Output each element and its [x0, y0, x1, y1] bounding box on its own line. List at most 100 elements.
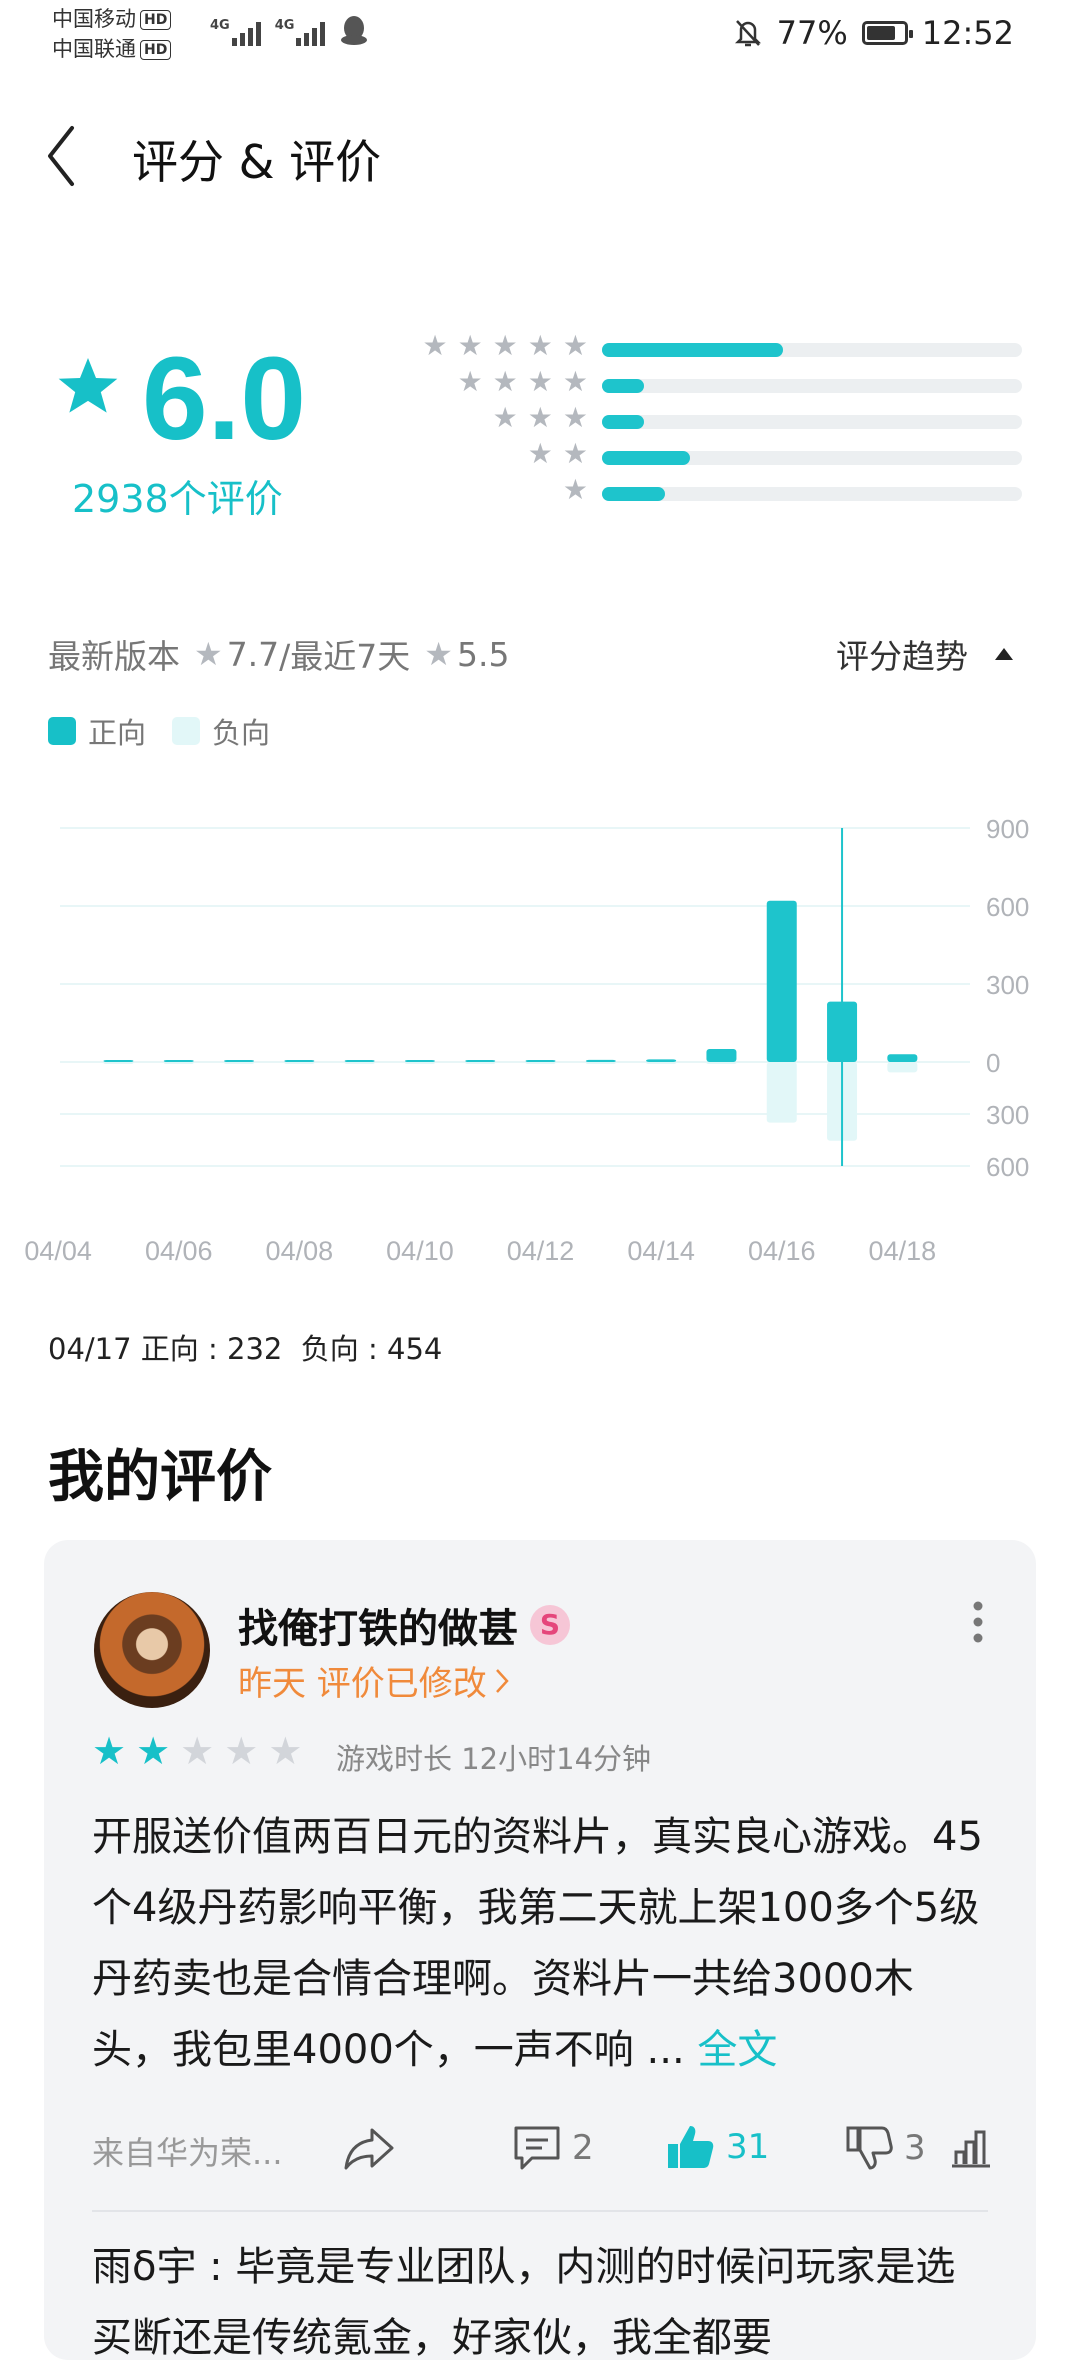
y-tick-label: 600	[986, 892, 1029, 922]
recent-7-days-score: 5.5	[456, 634, 510, 674]
bar-positive-04/09	[344, 1060, 375, 1062]
chart-selection-summary: 04/17 正向 : 232 负向 : 454	[48, 1332, 443, 1366]
rating-count: 2938个评价	[72, 477, 283, 521]
carrier-2: 中国联通	[52, 37, 136, 61]
bar-negative-04/18	[887, 1062, 918, 1073]
star-empty-icon: ★	[268, 1729, 303, 1773]
bar-positive-04/11	[465, 1060, 496, 1062]
distribution-bar-3	[602, 415, 1022, 429]
x-tick-label: 04/08	[266, 1236, 334, 1266]
bell-muted-icon	[734, 20, 761, 47]
star-row-4: ★ ★ ★ ★	[457, 365, 588, 398]
hd-badge: HD	[140, 10, 172, 30]
bar-positive-04/05	[103, 1060, 134, 1062]
like-button[interactable]: 31	[664, 2122, 769, 2172]
distribution-fill-5	[602, 343, 783, 357]
review-body: 开服送价值两百日元的资料片，真实良心游戏。45个4级丹药影响平衡，我第二天就上架…	[92, 1802, 988, 2086]
star-filled-icon: ★	[136, 1729, 171, 1773]
star-icon	[58, 358, 118, 413]
signal-icon	[296, 18, 326, 46]
like-count: 31	[726, 2127, 770, 2167]
bar-positive-04/13	[585, 1059, 616, 1062]
bar-negative-04/10	[404, 1062, 435, 1064]
rating-trend-toggle[interactable]: 评分趋势	[836, 630, 1014, 678]
x-tick-label: 04/14	[627, 1236, 695, 1266]
network-type: 4G	[274, 18, 295, 33]
bar-negative-04/09	[344, 1062, 375, 1064]
x-tick-label: 04/10	[386, 1236, 454, 1266]
star-icon: ★	[424, 635, 453, 673]
review-stars: ★ ★ ★ ★ ★	[92, 1732, 302, 1770]
stats-icon[interactable]	[948, 2126, 994, 2170]
chevron-right-icon	[495, 1668, 509, 1693]
x-tick-label: 04/18	[869, 1236, 937, 1266]
bar-positive-04/18	[887, 1054, 918, 1062]
distribution-fill-2	[602, 451, 691, 465]
distribution-bar-2	[602, 451, 1022, 465]
bar-positive-04/12	[525, 1060, 556, 1062]
bar-positive-04/10	[404, 1060, 435, 1062]
signal-indicators: 4G 4G	[210, 14, 369, 46]
thumbs-up-icon	[668, 2126, 714, 2168]
recent-7-days-label: /最近7天	[279, 637, 411, 676]
distribution-bar-4	[602, 379, 1022, 393]
y-tick-label: 600	[986, 1152, 1029, 1182]
x-tick-label: 04/06	[145, 1236, 213, 1266]
legend-swatch-positive	[48, 717, 76, 745]
playtime: 游戏时长 12小时14分钟	[336, 1742, 652, 1776]
star-row-2: ★ ★	[527, 437, 588, 470]
triangle-up-icon	[995, 648, 1013, 660]
bar-negative-04/14	[646, 1062, 677, 1064]
bar-positive-04/07	[224, 1060, 255, 1062]
star-row-5: ★ ★ ★ ★ ★	[422, 329, 588, 362]
action-row: 来自华为荣... 2 31 3	[92, 2120, 992, 2180]
bar-negative-04/08	[284, 1062, 315, 1064]
rating-distribution	[602, 339, 1022, 519]
hd-badge: HD	[140, 40, 172, 60]
status-right: 77% 12:52	[733, 14, 1014, 52]
star-empty-icon: ★	[224, 1729, 259, 1773]
rating-trend-label: 评分趋势	[836, 637, 968, 676]
star-filled-icon: ★	[92, 1729, 127, 1773]
bar-positive-04/14	[646, 1059, 677, 1062]
comment-icon	[514, 2126, 560, 2170]
review-time-edited: 昨天 评价已修改	[238, 1664, 487, 1704]
latest-version-label: 最新版本	[48, 637, 180, 676]
more-icon[interactable]	[972, 1600, 984, 1644]
x-tick-label: 04/12	[507, 1236, 575, 1266]
bar-positive-04/08	[284, 1060, 315, 1062]
carrier-1: 中国移动	[52, 7, 136, 31]
thumbs-down-icon	[846, 2126, 893, 2170]
y-tick-label: 900	[986, 814, 1029, 844]
x-tick-label: 04/04	[24, 1236, 92, 1266]
latest-version-score: 7.7	[226, 634, 280, 674]
bar-negative-04/05	[103, 1062, 134, 1064]
bar-positive-04/15	[706, 1049, 737, 1062]
star-row-3: ★ ★ ★	[492, 401, 588, 434]
star-empty-icon: ★	[180, 1729, 215, 1773]
page-title: 评分 & 评价	[132, 135, 382, 189]
dislike-button[interactable]: 3	[844, 2124, 926, 2172]
distribution-bar-1	[602, 487, 1022, 501]
network-type: 4G	[210, 18, 230, 33]
reply-text: 雨δ宇 : 毕竟是专业团队，内测的时候问玩家是选买断还是传统氪金，好家伙，我全都…	[92, 2244, 956, 2361]
battery-icon	[861, 21, 913, 45]
distribution-fill-1	[602, 487, 665, 501]
read-more-link[interactable]: 全文	[697, 2027, 777, 2073]
comment-count: 2	[572, 2128, 594, 2168]
back-arrow-icon[interactable]	[44, 124, 76, 188]
comment-button[interactable]: 2	[512, 2124, 594, 2172]
penguin-icon	[341, 16, 368, 45]
distribution-bar-5	[602, 343, 1022, 357]
review-text: 开服送价值两百日元的资料片，真实良心游戏。45个4级丹药影响平衡，我第二天就上架…	[92, 1814, 983, 2073]
avatar[interactable]	[94, 1592, 210, 1708]
chart-legend: 正向 负向	[48, 710, 270, 752]
x-tick-label: 04/16	[748, 1236, 816, 1266]
rating-trend-chart[interactable]: 900 600 300 0 300 600 04/04 04/06 04/08 04/10 04/1…	[0, 800, 1080, 1280]
edit-link[interactable]: 昨天 评价已修改	[238, 1656, 509, 1705]
device-source: 来自华为荣...	[92, 2134, 283, 2172]
share-icon[interactable]	[342, 2124, 396, 2172]
star-levels: ★ ★ ★ ★ ★ ★ ★ ★ ★ ★ ★ ★ ★ ★ ★	[380, 328, 588, 508]
bar-negative-04/16	[766, 1062, 797, 1123]
username[interactable]: 找俺打铁的做甚	[238, 1596, 518, 1654]
